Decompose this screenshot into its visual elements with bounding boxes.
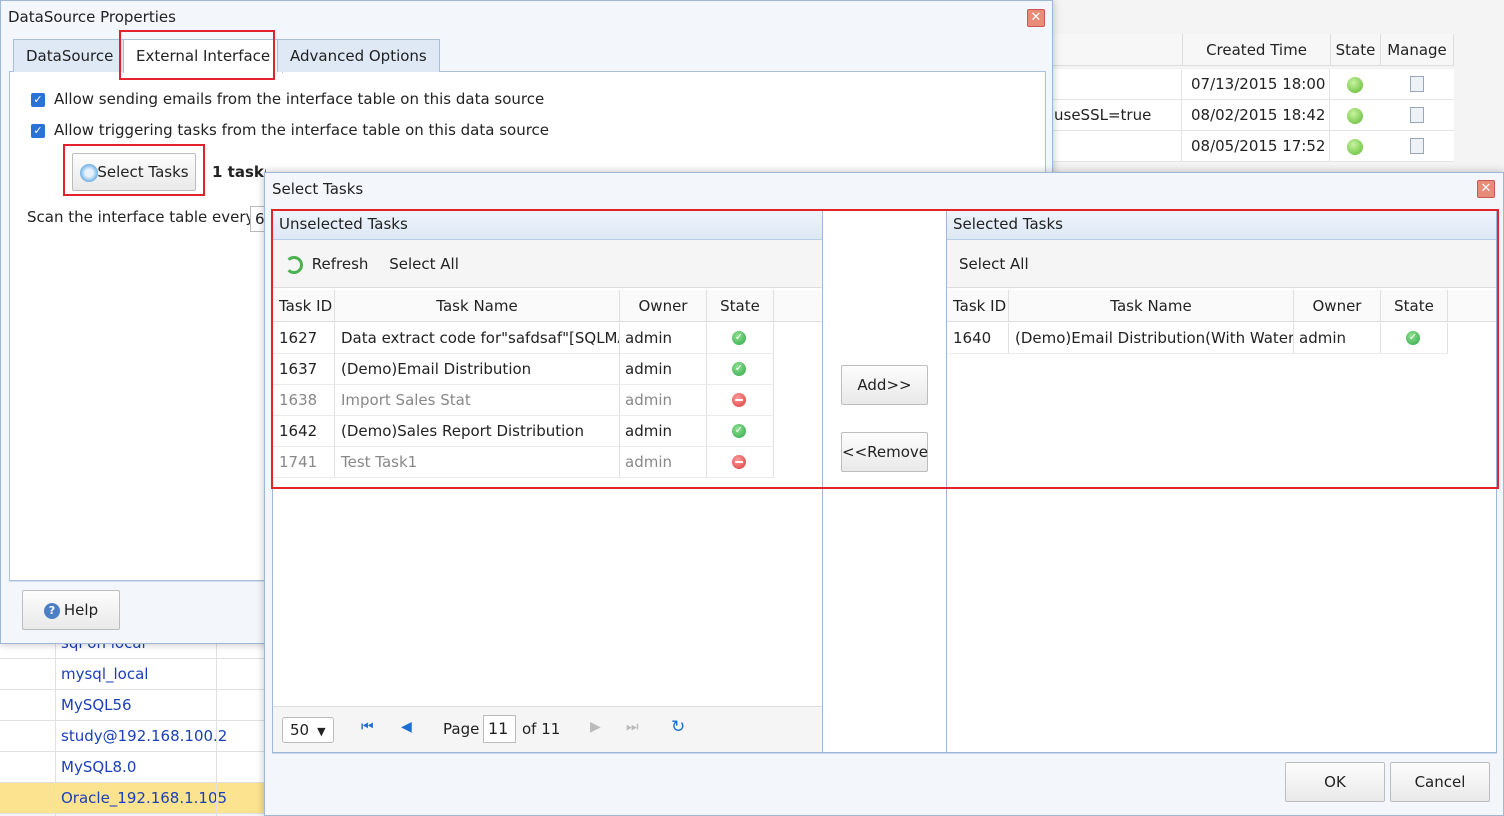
- state-green-icon: [1347, 77, 1363, 93]
- pager: 50 ▼ ⏮ ◀ Page 11 of 11 ▶ ⏭ ↻: [273, 706, 822, 752]
- table-row[interactable]: 1642 (Demo)Sales Report Distribution adm…: [273, 416, 774, 447]
- tab-advanced-options[interactable]: Advanced Options: [277, 39, 440, 72]
- page-number-input[interactable]: 11: [483, 715, 516, 743]
- select-all-button[interactable]: Select All: [389, 255, 459, 273]
- gear-icon: [80, 164, 98, 182]
- selected-grid-header: Task ID Task Name Owner State: [947, 290, 1496, 322]
- help-button[interactable]: ? Help: [22, 590, 120, 630]
- page-size-select[interactable]: 50 ▼: [282, 717, 334, 743]
- selected-tasks-panel: Selected Tasks Select All Task ID Task N…: [946, 209, 1497, 753]
- datasource-row[interactable]: MySQL8.0: [0, 752, 265, 783]
- table-row[interactable]: 1627 Data extract code for"safdsaf"[SQLM…: [273, 323, 774, 354]
- allow-tasks-label: Allow triggering tasks from the interfac…: [54, 121, 550, 139]
- background-row[interactable]: 08/05/2015 17:52: [1050, 131, 1454, 162]
- last-page-icon[interactable]: ⏭: [626, 719, 639, 735]
- unselected-grid-header: Task ID Task Name Owner State: [273, 290, 822, 322]
- enabled-check-icon: ✓: [732, 362, 746, 376]
- close-icon[interactable]: ✕: [1477, 180, 1495, 198]
- selected-header: Selected Tasks: [947, 210, 1496, 240]
- reload-icon[interactable]: ↻: [671, 717, 685, 737]
- prev-page-icon[interactable]: ◀: [401, 719, 412, 735]
- next-page-icon[interactable]: ▶: [590, 719, 601, 735]
- cancel-button[interactable]: Cancel: [1390, 762, 1490, 802]
- refresh-icon[interactable]: [285, 255, 303, 274]
- state-green-icon: [1347, 139, 1363, 155]
- datasource-row[interactable]: study@192.168.100.2: [0, 721, 265, 752]
- manage-doc-icon[interactable]: [1410, 76, 1424, 92]
- manage-doc-icon[interactable]: [1410, 138, 1424, 154]
- background-row[interactable]: useSSL=true 08/02/2015 18:42: [1050, 100, 1454, 131]
- select-all-button[interactable]: Select All: [959, 255, 1029, 273]
- dialog-title: Select Tasks: [272, 180, 364, 198]
- select-tasks-button[interactable]: Select Tasks: [72, 153, 196, 191]
- allow-emails-label: Allow sending emails from the interface …: [54, 90, 545, 108]
- tab-external-interface[interactable]: External Interface: [123, 39, 284, 73]
- datasource-row-selected[interactable]: Oracle_192.168.1.105: [0, 783, 265, 814]
- ok-button[interactable]: OK: [1285, 762, 1385, 802]
- background-grid-header: Created Time State Manage: [1050, 34, 1454, 66]
- col-manage[interactable]: Manage: [1380, 34, 1454, 66]
- transfer-column: [823, 209, 946, 753]
- table-row[interactable]: 1741 Test Task1 admin: [273, 447, 774, 478]
- unselected-header: Unselected Tasks: [273, 210, 822, 240]
- col-created-time[interactable]: Created Time: [1182, 34, 1330, 66]
- selected-toolbar: Select All: [947, 240, 1496, 288]
- remove-button[interactable]: <<Remove: [841, 432, 928, 472]
- enabled-check-icon: ✓: [1406, 331, 1420, 345]
- table-row[interactable]: 1637 (Demo)Email Distribution admin ✓: [273, 354, 774, 385]
- allow-emails-checkbox[interactable]: ✓: [31, 93, 45, 107]
- dialog-title: DataSource Properties: [8, 8, 176, 26]
- unselected-toolbar: Refresh Select All: [273, 240, 822, 288]
- page-total-label: of 11: [522, 720, 561, 738]
- page-label: Page: [443, 720, 480, 738]
- scan-label: Scan the interface table every: [27, 208, 255, 226]
- col-state[interactable]: State: [1330, 34, 1380, 66]
- help-icon: ?: [44, 603, 60, 619]
- background-row[interactable]: 07/13/2015 18:00: [1050, 69, 1454, 100]
- enabled-check-icon: ✓: [732, 331, 746, 345]
- unselected-tasks-panel: Unselected Tasks Refresh Select All Task…: [272, 209, 823, 753]
- datasource-row[interactable]: MySQL56: [0, 690, 265, 721]
- close-icon[interactable]: ✕: [1027, 9, 1045, 27]
- manage-doc-icon[interactable]: [1410, 107, 1424, 123]
- selected-count: 1 task(s) selected: [212, 163, 266, 181]
- table-row[interactable]: 1638 Import Sales Stat admin: [273, 385, 774, 416]
- enabled-check-icon: ✓: [732, 424, 746, 438]
- state-green-icon: [1347, 108, 1363, 124]
- disabled-minus-icon: [732, 393, 746, 407]
- select-tasks-dialog: Select Tasks ✕ Unselected Tasks Refresh …: [264, 172, 1504, 816]
- tab-datasource[interactable]: DataSource: [13, 39, 127, 72]
- first-page-icon[interactable]: ⏮: [361, 719, 374, 735]
- chevron-down-icon: ▼: [317, 725, 326, 738]
- datasource-row[interactable]: mysql_local: [0, 659, 265, 690]
- refresh-button[interactable]: Refresh: [312, 255, 369, 273]
- disabled-minus-icon: [732, 455, 746, 469]
- allow-tasks-checkbox[interactable]: ✓: [31, 124, 45, 138]
- table-row[interactable]: 1640 (Demo)Email Distribution(With Water…: [947, 323, 1448, 354]
- add-button[interactable]: Add>>: [841, 365, 928, 405]
